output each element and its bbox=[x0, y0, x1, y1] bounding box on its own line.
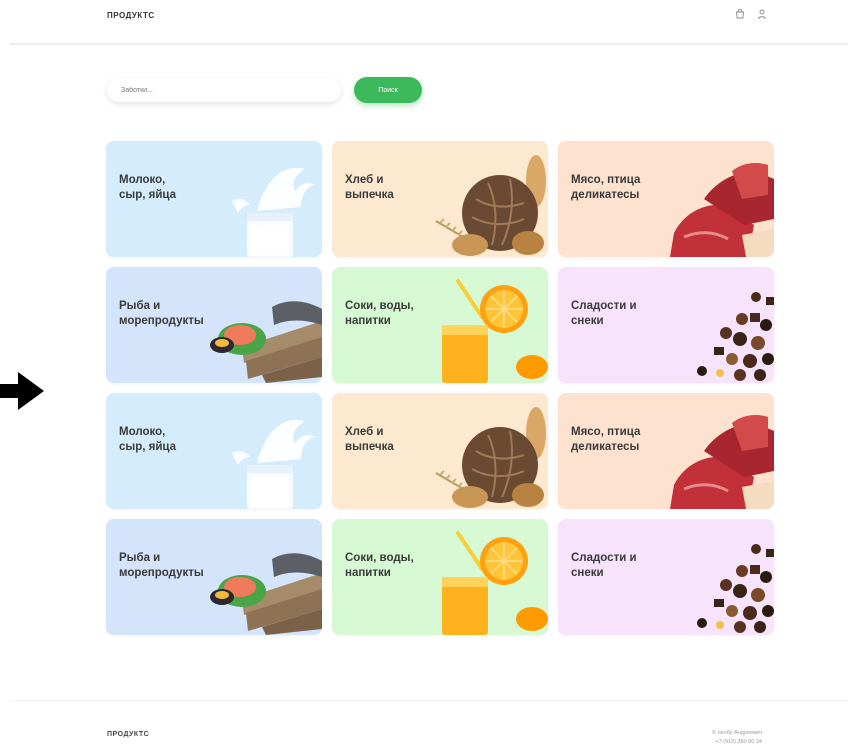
category-grid: Молоко, сыр, яйца Хлеб и выпечка Мясо, п… bbox=[106, 141, 774, 635]
arrow-right-icon bbox=[0, 372, 44, 410]
cart-icon[interactable] bbox=[734, 8, 746, 20]
footer-phone[interactable]: +7 (912) 360 60 34 bbox=[712, 738, 762, 747]
footer-divider bbox=[10, 700, 848, 701]
category-card-juice[interactable]: Соки, воды, напитки bbox=[332, 519, 548, 635]
header: ПРОДУКТС bbox=[0, 0, 858, 42]
footer-contact: © необу Андреевич +7 (912) 360 60 34 bbox=[712, 729, 762, 747]
category-label: Хлеб и выпечка bbox=[345, 426, 394, 453]
category-card-bread[interactable]: Хлеб и выпечка bbox=[332, 141, 548, 257]
category-card-bread[interactable]: Хлеб и выпечка bbox=[332, 393, 548, 509]
search-input[interactable] bbox=[107, 78, 341, 102]
footer-copyright: © необу Андреевич bbox=[712, 730, 762, 736]
category-card-meat[interactable]: Мясо, птица деликатесы bbox=[558, 393, 774, 509]
category-label: Хлеб и выпечка bbox=[345, 174, 394, 201]
category-label: Молоко, сыр, яйца bbox=[119, 174, 177, 201]
header-actions bbox=[734, 8, 768, 20]
category-card-fish[interactable]: Рыба и морепродукты bbox=[106, 519, 322, 635]
category-label: Сладости и снеки bbox=[571, 552, 637, 579]
category-card-meat[interactable]: Мясо, птица деликатесы bbox=[558, 141, 774, 257]
header-divider bbox=[10, 43, 848, 45]
category-label: Рыба и морепродукты bbox=[119, 552, 204, 579]
footer-logo[interactable]: ПРОДУКТС bbox=[107, 731, 149, 738]
category-label: Соки, воды, напитки bbox=[345, 300, 414, 327]
category-label: Рыба и морепродукты bbox=[119, 300, 204, 327]
category-card-fish[interactable]: Рыба и морепродукты bbox=[106, 267, 322, 383]
category-card-sweets[interactable]: Сладости и снеки bbox=[558, 267, 774, 383]
category-card-milk[interactable]: Молоко, сыр, яйца bbox=[106, 141, 322, 257]
logo[interactable]: ПРОДУКТС bbox=[107, 11, 155, 20]
category-label: Мясо, птица деликатесы bbox=[571, 426, 641, 453]
user-icon[interactable] bbox=[756, 8, 768, 20]
category-label: Мясо, птица деликатесы bbox=[571, 174, 641, 201]
category-card-juice[interactable]: Соки, воды, напитки bbox=[332, 267, 548, 383]
category-card-sweets[interactable]: Сладости и снеки bbox=[558, 519, 774, 635]
category-label: Молоко, сыр, яйца bbox=[119, 426, 177, 453]
category-card-milk[interactable]: Молоко, сыр, яйца bbox=[106, 393, 322, 509]
category-label: Соки, воды, напитки bbox=[345, 552, 414, 579]
category-label: Сладости и снеки bbox=[571, 300, 637, 327]
search-button[interactable]: Поиск bbox=[354, 77, 422, 103]
